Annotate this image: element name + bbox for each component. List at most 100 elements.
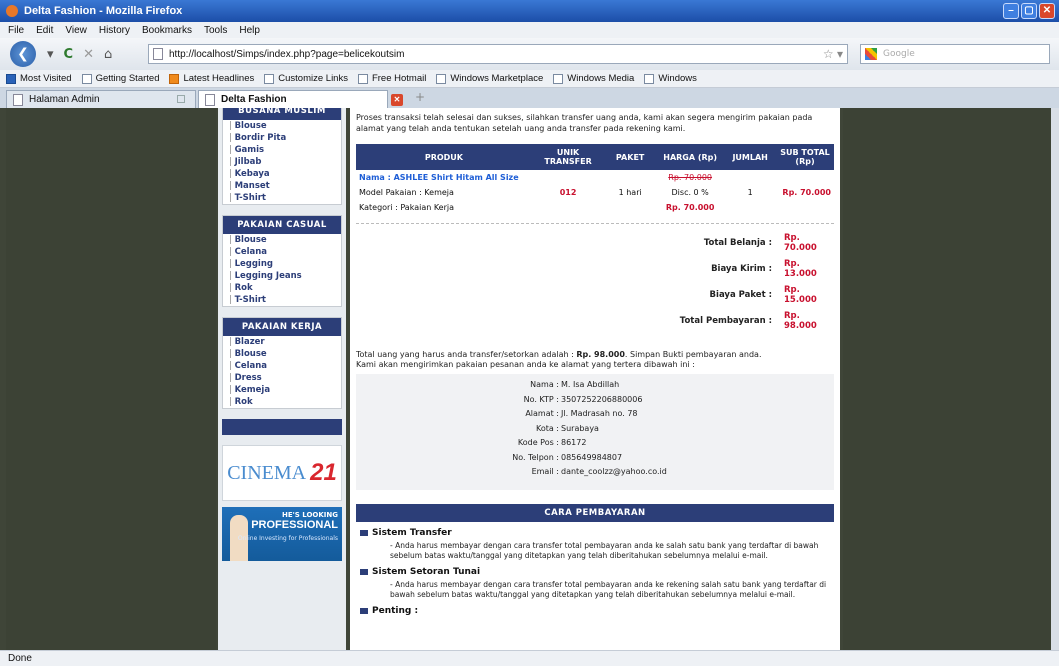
tab-halaman-admin[interactable]: Halaman Admin — [6, 90, 196, 108]
category-link[interactable]: Rok — [223, 282, 341, 294]
note-text: Kami akan mengirimkan pakaian pesanan an… — [356, 360, 695, 369]
category-link[interactable]: Legging — [223, 258, 341, 270]
category-link[interactable]: Jilbab — [223, 156, 341, 168]
cinema-21-ad[interactable]: CINEMA 21 — [222, 445, 342, 501]
bookmark-free-hotmail[interactable]: Free Hotmail — [357, 73, 426, 84]
column-header: PAKET — [604, 144, 657, 170]
tab-label: Delta Fashion — [221, 94, 287, 105]
category-link[interactable]: Blouse — [223, 348, 341, 360]
close-window-button[interactable]: ✕ — [1039, 3, 1055, 19]
tab-icon — [177, 95, 185, 103]
sidebar-divider-bar — [222, 419, 342, 435]
ad-headline: PROFESSIONAL — [251, 519, 338, 531]
category-pakaian-casual: PAKAIAN CASUAL Blouse Celana Legging Leg… — [222, 215, 342, 307]
total-value: Rp. 13.000 — [784, 259, 817, 279]
back-button[interactable]: ❮ — [10, 41, 36, 67]
vertical-scrollbar[interactable] — [1051, 108, 1059, 650]
category-link[interactable]: Blouse — [223, 120, 341, 132]
category-link[interactable]: Celana — [223, 246, 341, 258]
forward-dropdown-icon[interactable]: ▾ — [47, 47, 54, 62]
url-bar[interactable]: http://localhost/Simps/index.php?page=be… — [148, 44, 848, 64]
final-price: Rp. 70.000 — [665, 203, 715, 212]
bookmark-latest-headlines[interactable]: Latest Headlines — [169, 73, 254, 84]
bookmark-most-visited[interactable]: Most Visited — [6, 73, 72, 84]
ad-line: HE'S LOOKING — [281, 511, 338, 519]
address-label: No. KTP : — [523, 394, 559, 404]
payment-note: Total uang yang harus anda transfer/seto… — [356, 350, 834, 370]
reload-icon[interactable]: C — [64, 47, 74, 62]
category-link[interactable]: Bordir Pita — [223, 132, 341, 144]
section-body: - Anda harus membayar dengan cara transf… — [390, 580, 827, 599]
bookmark-star-icon[interactable]: ☆ ▾ — [823, 47, 843, 61]
category-title: PAKAIAN CASUAL — [223, 216, 341, 234]
product-name[interactable]: Nama : ASHLEE Shirt Hitam All Size — [356, 170, 532, 185]
menu-tools[interactable]: Tools — [204, 25, 227, 36]
success-message: Proses transaksi telah selesai dan sukse… — [356, 113, 813, 133]
category-link[interactable]: Legging Jeans — [223, 270, 341, 282]
window-controls: – ▢ ✕ — [1003, 3, 1055, 19]
category-link[interactable]: Manset — [223, 180, 341, 192]
total-row: Biaya Kirim : Rp. 13.000 — [356, 256, 834, 282]
discount: Disc. 0 % — [671, 188, 709, 197]
category-link[interactable]: Gamis — [223, 144, 341, 156]
menu-edit[interactable]: Edit — [36, 25, 53, 36]
note-text: . Simpan Bukti pembayaran anda. — [624, 350, 762, 359]
category-link[interactable]: Kebaya — [223, 168, 341, 180]
professional-ad[interactable]: HE'S LOOKING PROFESSIONAL Online Investi… — [222, 507, 342, 561]
bookmark-windows[interactable]: Windows — [644, 73, 697, 84]
address-value: Surabaya — [561, 423, 599, 433]
page-icon — [264, 73, 275, 84]
menu-view[interactable]: View — [65, 25, 87, 36]
ad-line: Online Investing for Professionals — [237, 535, 338, 542]
address-value: Jl. Madrasah no. 78 — [561, 409, 638, 418]
category-link[interactable]: T-Shirt — [223, 192, 341, 204]
menu-bookmarks[interactable]: Bookmarks — [142, 25, 192, 36]
search-placeholder: Google — [883, 49, 915, 59]
stop-icon[interactable]: ✕ — [83, 47, 94, 62]
maximize-button[interactable]: ▢ — [1021, 3, 1037, 19]
bookmark-windows-media[interactable]: Windows Media — [553, 73, 634, 84]
category-title: BUSANA MUSLIM — [223, 108, 341, 120]
navigation-toolbar: ❮ ▾ C ✕ ⌂ http://localhost/Simps/index.p… — [0, 38, 1059, 70]
ad-text: CINEMA — [227, 461, 307, 484]
address-label: Kode Pos : — [517, 438, 559, 447]
category-link[interactable]: Dress — [223, 372, 341, 384]
shipping-address: Nama : M. Isa Abdillah No. KTP :350725220… — [356, 374, 834, 490]
table-row: Kategori : Pakaian Kerja Rp. 70.000 — [356, 200, 834, 215]
page-icon — [553, 73, 564, 84]
minimize-button[interactable]: – — [1003, 3, 1019, 19]
category-link[interactable]: T-Shirt — [223, 294, 341, 306]
bookmark-customize-links[interactable]: Customize Links — [264, 73, 348, 84]
menu-history[interactable]: History — [99, 25, 130, 36]
category-link[interactable]: Blazer — [223, 336, 341, 348]
total-label: Total Belanja : — [703, 238, 772, 248]
google-icon — [865, 48, 877, 60]
tab-bar: Halaman Admin Delta Fashion ✕ + — [0, 88, 1059, 108]
menu-file[interactable]: File — [8, 25, 24, 36]
column-header: PRODUK — [356, 144, 532, 170]
section-body: - Anda harus membayar dengan cara transf… — [390, 541, 819, 560]
total-value: Rp. 70.000 — [784, 233, 817, 253]
home-icon[interactable]: ⌂ — [104, 47, 112, 62]
address-row: Kode Pos :86172 — [356, 436, 834, 451]
category-link[interactable]: Celana — [223, 360, 341, 372]
new-tab-button[interactable]: + — [410, 90, 430, 108]
bookmark-windows-marketplace[interactable]: Windows Marketplace — [436, 73, 543, 84]
category-sidebar: BUSANA MUSLIM Blouse Bordir Pita Gamis J… — [218, 108, 346, 650]
total-row: Total Belanja : Rp. 70.000 — [356, 230, 834, 256]
close-tab-icon[interactable]: ✕ — [391, 94, 403, 106]
category-link[interactable]: Rok — [223, 396, 341, 408]
table-row: Model Pakaian : Kemeja 012 1 hari Disc. … — [356, 185, 834, 200]
search-input[interactable]: Google — [860, 44, 1050, 64]
bookmark-getting-started[interactable]: Getting Started — [81, 73, 159, 84]
column-header: JUMLAH — [724, 144, 777, 170]
menu-help[interactable]: Help — [239, 25, 260, 36]
order-table-header: PRODUK UNIK TRANSFER PAKET HARGA (Rp) JU… — [356, 144, 834, 170]
section-title: Sistem Transfer — [360, 528, 834, 538]
total-label: Total Pembayaran : — [679, 316, 772, 326]
tab-delta-fashion[interactable]: Delta Fashion ✕ — [198, 90, 403, 108]
category-link[interactable]: Kemeja — [223, 384, 341, 396]
note-amount: Rp. 98.000 — [576, 350, 625, 359]
category-link[interactable]: Blouse — [223, 234, 341, 246]
tab-label: Halaman Admin — [29, 94, 100, 105]
